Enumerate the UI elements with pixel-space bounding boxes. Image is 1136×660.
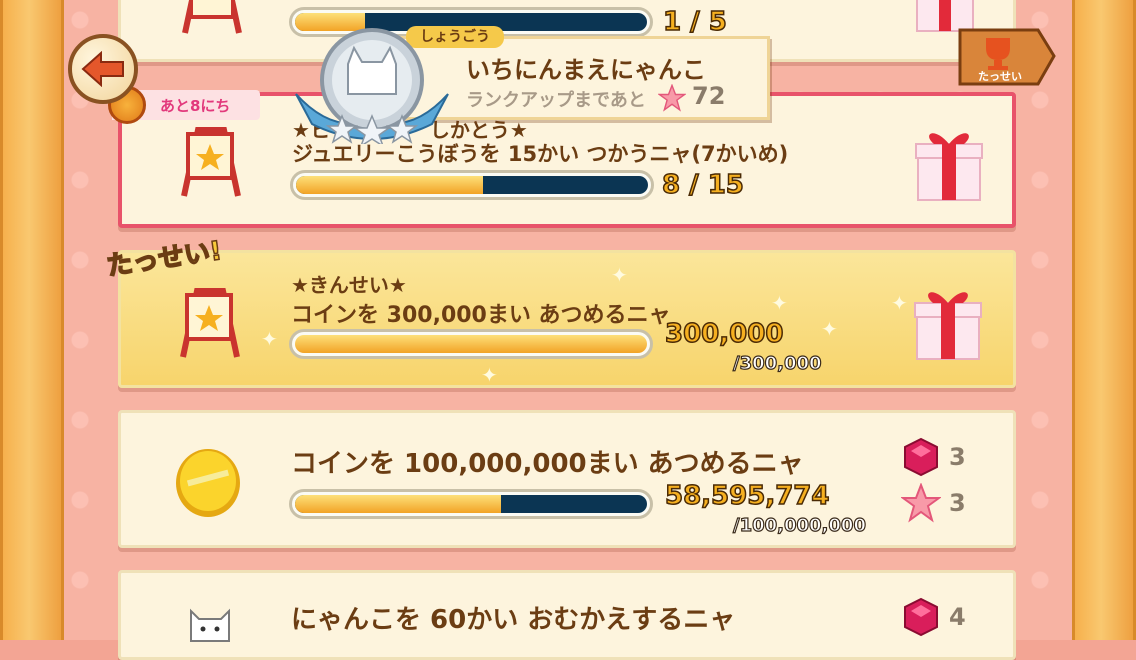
gem-icon [904,597,938,637]
reward-gem: 4 [901,597,966,637]
progress-fill [295,335,647,353]
gift-icon[interactable] [914,126,984,202]
mission-card-coin-100m[interactable]: コインを 100,000,000まい あつめるニャ 58,595,774 /10… [118,410,1016,548]
progress-total: /300,000 [732,352,822,374]
sparkle-icon: ✦ [821,317,838,341]
easel-icon [181,127,241,197]
mission-title: ★きんせい★ [291,273,407,297]
star-icon [901,483,941,523]
progress-count: 58,595,774 [664,480,830,512]
rank-up-text: ランクアップまであと [466,90,646,111]
progress-count: 1 / 5 [662,6,727,38]
progress-total: /100,000,000 [732,514,866,536]
progress-bar [289,329,653,359]
progress-count: 300,000 [664,318,784,350]
progress-count: 8 / 15 [661,169,744,201]
cat-icon [190,608,230,642]
easel-icon [180,288,240,358]
coin-icon [176,449,240,517]
sparkle-icon: ✦ [261,327,278,351]
easel-icon [182,0,242,34]
achievement-sign[interactable]: たっせい [958,26,1056,88]
progress-fill [295,495,502,513]
mission-description: コインを 300,000まい あつめるニャ [291,303,671,328]
mission-card-cat-60[interactable]: にゃんこを 60かい おむかえするニャ 4 [118,570,1016,660]
reward-amount: 4 [949,603,966,631]
reward-gem: 3 [901,437,966,477]
progress-fill [296,176,483,194]
left-frame [0,0,64,640]
sparkle-icon: ✦ [611,263,628,287]
mission-card-coin-300k[interactable]: ★きんせい★ コインを 300,000まい あつめるニャ 300,000 /30… [118,250,1016,388]
right-frame [1072,0,1136,640]
sparkle-icon: ✦ [771,291,788,315]
reward-star: 3 [901,483,966,523]
back-arrow-icon [81,51,124,87]
gift-icon[interactable] [913,285,983,361]
trophy-label: たっせい [978,70,1022,83]
star-icon [658,84,686,112]
mission-description: コインを 100,000,000まい あつめるニャ [291,449,804,479]
progress-bar [289,489,653,519]
reward-amount: 3 [949,489,966,517]
sparkle-icon: ✦ [891,291,908,315]
rank-name: いちにんまえにゃんこ [466,56,706,84]
mission-description: にゃんこを 60かい おむかえするニャ [291,605,736,635]
days-left-text: あと8にち [160,97,231,115]
sparkle-icon: ✦ [481,363,498,387]
rank-up-value: 72 [692,82,726,110]
gem-icon [904,437,938,477]
rank-badge-icon [295,28,449,144]
back-button[interactable] [68,34,138,104]
reward-amount: 3 [949,443,966,471]
progress-bar [290,170,654,200]
